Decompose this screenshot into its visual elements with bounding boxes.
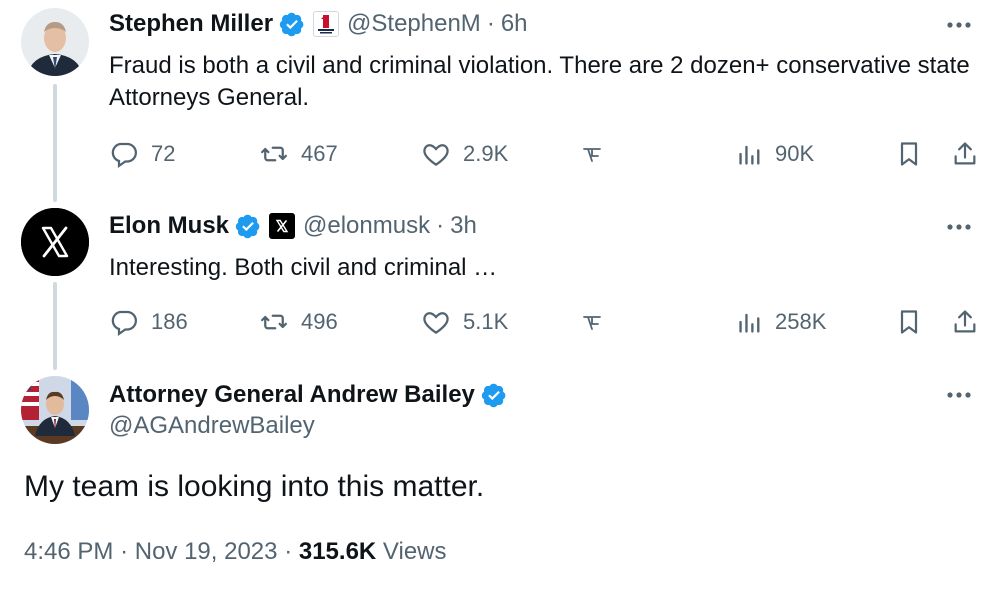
reply-button[interactable]: 72 (109, 134, 175, 174)
views-button[interactable]: 258K (737, 302, 826, 342)
retweet-button[interactable]: 467 (259, 134, 338, 174)
retweet-icon (261, 146, 287, 162)
main-tweet-text: My team is looking into this matter. (24, 470, 485, 503)
share-icon (954, 310, 976, 333)
separator: · (486, 10, 495, 37)
retweet-button[interactable]: 496 (259, 302, 338, 342)
more-icon[interactable] (944, 380, 974, 410)
verified-badge-icon (279, 11, 305, 37)
reply-count: 186 (151, 309, 188, 334)
tweet-header: Attorney General Andrew Bailey (109, 378, 507, 412)
author-name[interactable]: Elon Musk (109, 212, 229, 240)
bookmark-button[interactable] (895, 302, 923, 342)
more-icon[interactable] (944, 10, 974, 40)
share-icon (954, 142, 976, 165)
grok-icon (583, 148, 601, 162)
views-button[interactable]: 90K (737, 134, 814, 174)
reply-icon (111, 310, 137, 337)
views-icon (739, 313, 760, 333)
tweet-text: Interesting. Both civil and criminal … (109, 254, 498, 281)
retweet-count: 496 (301, 309, 338, 334)
author-handle[interactable]: @AGAndrewBailey (109, 412, 315, 440)
author-name[interactable]: Stephen Miller (109, 10, 273, 38)
grok-button[interactable] (581, 302, 603, 342)
retweet-count: 467 (301, 141, 338, 166)
avatar[interactable] (21, 376, 89, 444)
bookmark-button[interactable] (895, 134, 923, 174)
author-handle[interactable]: @StephenM (347, 10, 481, 38)
like-button[interactable]: 2.9K (421, 134, 508, 174)
avatar[interactable] (21, 8, 89, 76)
x-logo-icon (21, 208, 89, 276)
author-handle[interactable]: @elonmusk (303, 212, 430, 240)
views-count: 258K (775, 309, 827, 334)
retweet-icon (261, 314, 287, 330)
tweet-meta: 4:46 PM · Nov 19, 2023 · 315.6K Views (24, 538, 447, 566)
affiliate-badge-icon[interactable] (313, 11, 340, 37)
like-count: 2.9K (463, 141, 509, 166)
separator: · (284, 538, 293, 565)
like-button[interactable]: 5.1K (421, 302, 508, 342)
tweet-date[interactable]: Nov 19, 2023 (135, 538, 278, 565)
tweet-text: Fraud is both a civil and criminal viola… (109, 52, 970, 111)
reply-icon (111, 142, 137, 169)
timestamp[interactable]: 3h (450, 212, 477, 240)
views-label: Views (382, 538, 447, 565)
share-button[interactable] (951, 134, 979, 174)
verified-badge-icon (481, 382, 507, 408)
share-button[interactable] (951, 302, 979, 342)
reply-count: 72 (151, 141, 176, 166)
verified-badge-icon (235, 213, 261, 239)
reply-button[interactable]: 186 (109, 302, 188, 342)
views-count: 90K (775, 141, 815, 166)
thread-line (53, 84, 57, 202)
views-total: 315.6K (298, 538, 377, 565)
timestamp[interactable]: 6h (501, 10, 528, 38)
grok-button[interactable] (581, 134, 603, 174)
tweet-header: Stephen Miller @StephenM · 6h (109, 6, 528, 42)
thread-line (53, 282, 57, 370)
x-affiliate-badge-icon[interactable] (269, 213, 296, 239)
bookmark-icon (900, 310, 918, 334)
more-icon[interactable] (944, 212, 974, 242)
like-count: 5.1K (463, 309, 509, 334)
tweet-time[interactable]: 4:46 PM (24, 538, 113, 565)
like-icon (423, 144, 449, 166)
author-name[interactable]: Attorney General Andrew Bailey (109, 381, 475, 409)
separator: · (436, 212, 445, 239)
views-icon (739, 145, 760, 165)
action-bar: 186 496 5.1K 258K (109, 302, 989, 342)
separator: · (120, 538, 129, 565)
bookmark-icon (900, 142, 918, 166)
tweet-header: Elon Musk @elonmusk · 3h (109, 208, 477, 244)
avatar[interactable] (21, 208, 89, 276)
grok-icon (583, 316, 601, 330)
action-bar: 72 467 2.9K 90K (109, 134, 989, 174)
like-icon (423, 312, 449, 334)
